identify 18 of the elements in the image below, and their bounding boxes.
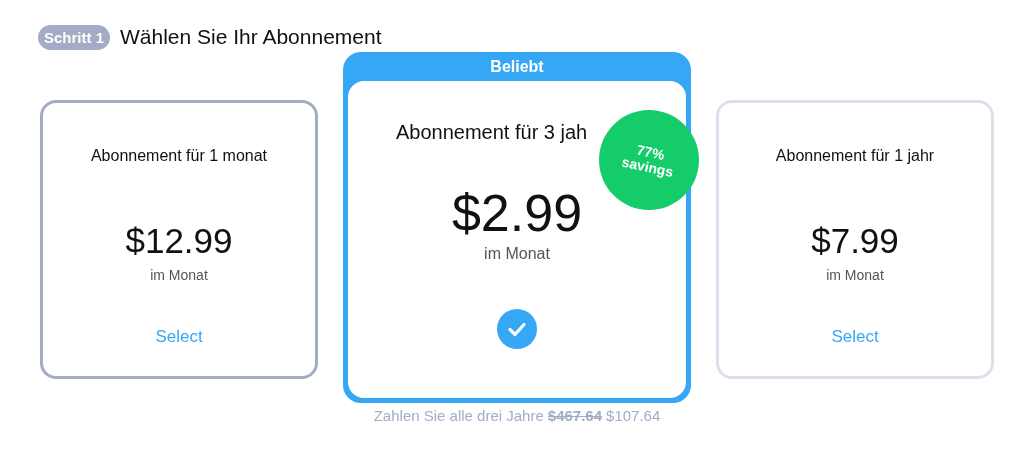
- plan-period: im Monat: [826, 267, 884, 283]
- plan-card[interactable]: Abonnement für 1 jahr $7.99 im Monat Select: [716, 100, 994, 379]
- plan-price: $2.99: [451, 183, 583, 243]
- ribbon-label: Beliebt: [489, 57, 545, 77]
- check-icon: [497, 309, 537, 349]
- plan-price: $7.99: [811, 221, 899, 261]
- plan-price: $12.99: [125, 221, 233, 261]
- step-title: Wählen Sie Ihr Abonnement: [120, 25, 382, 49]
- note-text: Zahlen Sie alle drei Jahre: [373, 407, 544, 424]
- plan-card[interactable]: Abonnement für 1 monat $12.99 im Monat Select: [40, 100, 318, 379]
- plan-period: im Monat: [484, 245, 550, 263]
- plan-title: Abonnement für 1 monat: [90, 147, 268, 166]
- old-price: $467.64: [547, 407, 603, 424]
- plan-period: im Monat: [150, 267, 208, 283]
- plan-title: Abonnement für 3 jah: [396, 121, 588, 141]
- plan-title: Abonnement für 1 jahr: [775, 147, 935, 166]
- step-badge: Schritt 1: [38, 24, 110, 50]
- new-price: $107.64: [606, 407, 661, 424]
